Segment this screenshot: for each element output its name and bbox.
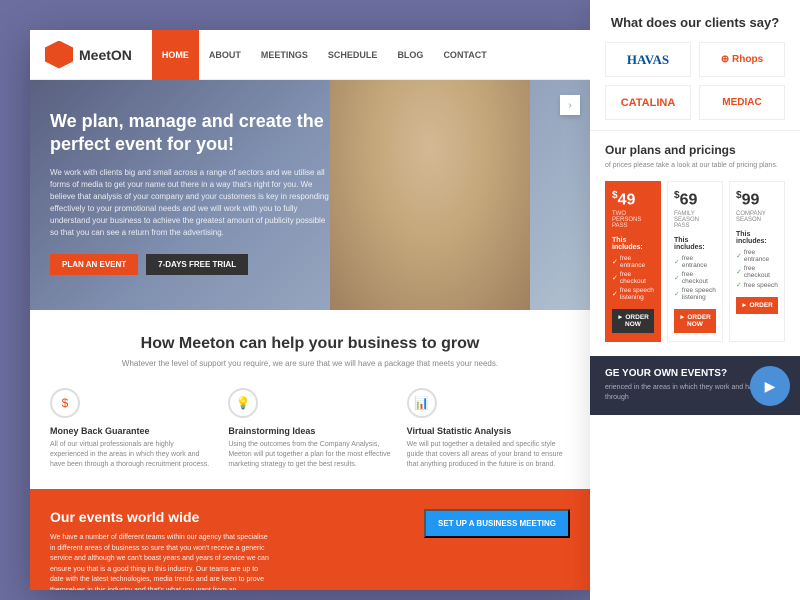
- hero-person-image: [330, 80, 530, 310]
- plan-feature-1-0: ✓free entrance: [674, 255, 716, 269]
- price-0: $49: [612, 190, 654, 209]
- pricing-section: Our plans and pricings of prices please …: [590, 131, 800, 354]
- feature-desc-1: Using the outcomes from the Company Anal…: [228, 440, 391, 469]
- feature-desc-2: We will put together a detailed and spec…: [407, 440, 570, 469]
- logo-icon: [45, 41, 73, 69]
- website-container: MeetON HOME ABOUT MEETINGS SCHEDULE BLOG…: [30, 30, 590, 590]
- plan-feature-2-2: ✓free speech: [736, 281, 778, 289]
- plan-feature-1-1: ✓free checkout: [674, 271, 716, 285]
- order-btn-0[interactable]: ► ORDER NOW: [612, 309, 654, 333]
- plan-event-button[interactable]: PLAN AN EVENT: [50, 254, 138, 275]
- feature-brainstorm: 💡 Brainstorming Ideas Using the outcomes…: [228, 388, 391, 469]
- client-mediac: MEDIAC: [699, 85, 785, 120]
- how-section: How Meeton can help your business to gro…: [30, 310, 590, 489]
- hero-title: We plan, manage and create the perfect e…: [50, 110, 330, 157]
- plan-feature-1-2: ✓free speech listening: [674, 287, 716, 301]
- pricing-description: of prices please take a look at our tabl…: [605, 161, 785, 171]
- nav-blog[interactable]: BLOG: [387, 30, 433, 80]
- nav-home[interactable]: HOME: [152, 30, 199, 80]
- price-1: $69: [674, 190, 716, 209]
- plan-feature-2-0: ✓free entrance: [736, 249, 778, 263]
- free-trial-button[interactable]: 7-DAYS FREE TRIAL: [146, 254, 248, 275]
- plan-name-0: TWO PERSONS PASS: [612, 211, 654, 229]
- clients-title: What does our clients say?: [605, 15, 785, 30]
- pricing-card-0: $49 TWO PERSONS PASS This includes: ✓fre…: [605, 181, 661, 342]
- pricing-cards: $49 TWO PERSONS PASS This includes: ✓fre…: [605, 181, 785, 342]
- plan-feature-2-1: ✓free checkout: [736, 265, 778, 279]
- hero-description: We work with clients big and small acros…: [50, 167, 330, 239]
- events-section: Our events world wide We have a number o…: [30, 489, 590, 590]
- plan-feature-0-2: ✓free speech listening: [612, 287, 654, 301]
- nav-about[interactable]: ABOUT: [199, 30, 251, 80]
- pricing-title: Our plans and pricings: [605, 143, 785, 157]
- how-description: Whatever the level of support you requir…: [50, 359, 570, 368]
- chart-icon: 📊: [407, 388, 437, 418]
- chevron-right-button[interactable]: ›: [560, 95, 580, 115]
- hero-section: We plan, manage and create the perfect e…: [30, 80, 590, 310]
- feature-title-2: Virtual Statistic Analysis: [407, 426, 570, 436]
- feature-title-0: Money Back Guarantee: [50, 426, 213, 436]
- hero-person-face: [330, 80, 530, 310]
- manage-banner: GE YOUR OWN EVENTS? erienced in the area…: [590, 356, 800, 415]
- order-btn-2[interactable]: ► ORDER: [736, 297, 778, 314]
- plan-feature-0-1: ✓free checkout: [612, 271, 654, 285]
- plan-includes-0: This includes:: [612, 237, 654, 251]
- pricing-card-1: $69 FAMILY SEASON PASS This includes: ✓f…: [667, 181, 723, 342]
- feature-analysis: 📊 Virtual Statistic Analysis We will put…: [407, 388, 570, 469]
- client-rhops: ⊕ Rhops: [699, 42, 785, 77]
- pricing-card-2: $99 COMPANY SEASON This includes: ✓free …: [729, 181, 785, 342]
- plan-includes-2: This includes:: [736, 231, 778, 245]
- money-icon: $: [50, 388, 80, 418]
- video-play-button[interactable]: ▶: [750, 366, 790, 406]
- plan-name-1: FAMILY SEASON PASS: [674, 211, 716, 229]
- right-panel: What does our clients say? HAVAS ⊕ Rhops…: [590, 0, 800, 600]
- clients-grid: HAVAS ⊕ Rhops CATALINA MEDIAC: [605, 42, 785, 120]
- nav-links: HOME ABOUT MEETINGS SCHEDULE BLOG CONTAC…: [152, 30, 497, 80]
- plan-includes-1: This includes:: [674, 237, 716, 251]
- client-havas: HAVAS: [605, 42, 691, 77]
- order-btn-1[interactable]: ► ORDER NOW: [674, 309, 716, 333]
- feature-money-back: $ Money Back Guarantee All of our virtua…: [50, 388, 213, 469]
- plan-name-2: COMPANY SEASON: [736, 211, 778, 223]
- events-description: We have a number of different teams with…: [50, 533, 270, 590]
- features-grid: $ Money Back Guarantee All of our virtua…: [50, 388, 570, 469]
- feature-title-1: Brainstorming Ideas: [228, 426, 391, 436]
- hero-content: We plan, manage and create the perfect e…: [50, 110, 330, 275]
- nav-meetings[interactable]: MEETINGS: [251, 30, 318, 80]
- logo-text: MeetON: [79, 47, 132, 63]
- nav-contact[interactable]: CONTACT: [433, 30, 496, 80]
- price-2: $99: [736, 190, 778, 209]
- feature-desc-0: All of our virtual professionals are hig…: [50, 440, 213, 469]
- clients-section: What does our clients say? HAVAS ⊕ Rhops…: [590, 0, 800, 131]
- hero-buttons: PLAN AN EVENT 7-DAYS FREE TRIAL: [50, 254, 330, 275]
- navigation: MeetON HOME ABOUT MEETINGS SCHEDULE BLOG…: [30, 30, 590, 80]
- setup-meeting-button[interactable]: SET UP A BUSINESS MEETING: [424, 509, 570, 538]
- plan-feature-0-0: ✓free entrance: [612, 255, 654, 269]
- nav-schedule[interactable]: SCHEDULE: [318, 30, 388, 80]
- how-title: How Meeton can help your business to gro…: [50, 335, 570, 353]
- bulb-icon: 💡: [228, 388, 258, 418]
- client-catalina: CATALINA: [605, 85, 691, 120]
- logo[interactable]: MeetON: [45, 41, 132, 69]
